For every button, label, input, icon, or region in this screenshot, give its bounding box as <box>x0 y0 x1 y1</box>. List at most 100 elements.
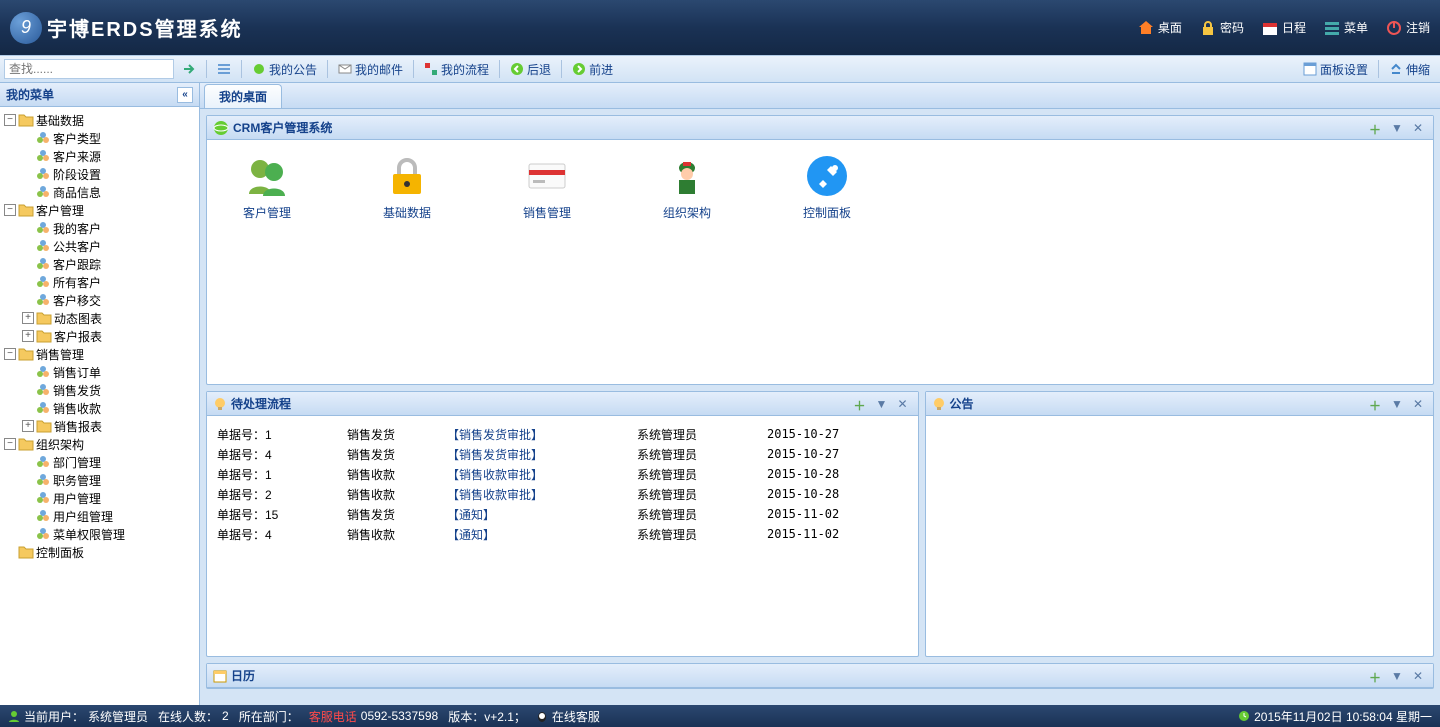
flow-type: 销售收款 <box>347 526 447 543</box>
tree-item[interactable]: +动态图表 <box>0 309 199 327</box>
refresh-button[interactable] <box>211 60 237 78</box>
panel-close-button[interactable]: ✕ <box>1413 669 1427 683</box>
tree-item[interactable]: 职务管理 <box>0 471 199 489</box>
panel-add-button[interactable]: ＋ <box>1369 669 1383 683</box>
tree-item[interactable]: 公共客户 <box>0 237 199 255</box>
my-notice-button[interactable]: 我的公告 <box>246 59 323 80</box>
nav-password[interactable]: 密码 <box>1200 19 1244 36</box>
panel-add-button[interactable]: ＋ <box>1369 397 1383 411</box>
my-flow-button[interactable]: 我的流程 <box>418 59 495 80</box>
sidebar-title: 我的菜单 « <box>0 83 199 107</box>
tree-item[interactable]: −客户管理 <box>0 201 199 219</box>
tab-desktop[interactable]: 我的桌面 <box>204 84 282 108</box>
leaf-icon <box>36 149 50 163</box>
tree-item[interactable]: −组织架构 <box>0 435 199 453</box>
tree-item[interactable]: 用户组管理 <box>0 507 199 525</box>
forward-button[interactable]: 前进 <box>566 59 619 80</box>
leaf-icon <box>36 455 50 469</box>
tree-item[interactable]: 客户类型 <box>0 129 199 147</box>
tree-toggle-icon[interactable]: + <box>22 312 34 324</box>
tree-item[interactable]: 控制面板 <box>0 543 199 561</box>
tree-toggle-icon[interactable]: − <box>4 348 16 360</box>
panel-collapse-button[interactable]: ▼ <box>876 397 890 411</box>
back-button[interactable]: 后退 <box>504 59 557 80</box>
stretch-button[interactable]: 伸缩 <box>1383 59 1436 80</box>
lock-icon <box>1200 20 1216 36</box>
flow-link[interactable]: 【通知】 <box>447 506 637 523</box>
tree-item[interactable]: 用户管理 <box>0 489 199 507</box>
tree-item[interactable]: 销售收款 <box>0 399 199 417</box>
leaf-icon <box>36 383 50 397</box>
panel-close-button[interactable]: ✕ <box>1413 397 1427 411</box>
flow-link[interactable]: 【销售收款审批】 <box>447 486 637 503</box>
search-go-button[interactable] <box>176 60 202 78</box>
sidebar-collapse-button[interactable]: « <box>177 87 193 103</box>
separator <box>499 60 500 78</box>
tree-item[interactable]: −基础数据 <box>0 111 199 129</box>
folder-icon <box>36 328 52 344</box>
panel-close-button[interactable]: ✕ <box>898 397 912 411</box>
tree-item[interactable]: 所有客户 <box>0 273 199 291</box>
flow-link[interactable]: 【通知】 <box>447 526 637 543</box>
tree-item[interactable]: 销售发货 <box>0 381 199 399</box>
top-toolbar: 我的公告 我的邮件 我的流程 后退 前进 面板设置 伸缩 <box>0 55 1440 83</box>
tree-toggle-icon[interactable]: + <box>22 420 34 432</box>
crm-item[interactable]: 组织架构 <box>647 154 727 221</box>
flow-type: 销售发货 <box>347 426 447 443</box>
tree-item[interactable]: 部门管理 <box>0 453 199 471</box>
panel-collapse-button[interactable]: ▼ <box>1391 121 1405 135</box>
tree-toggle-icon[interactable]: − <box>4 438 16 450</box>
tree-item[interactable]: 商品信息 <box>0 183 199 201</box>
panel-add-button[interactable]: ＋ <box>1369 121 1383 135</box>
crm-item[interactable]: 控制面板 <box>787 154 867 221</box>
flow-link[interactable]: 【销售发货审批】 <box>447 426 637 443</box>
folder-icon <box>18 112 34 128</box>
main-area: 我的菜单 « −基础数据客户类型客户来源阶段设置商品信息−客户管理我的客户公共客… <box>0 83 1440 705</box>
flow-date: 2015-10-28 <box>767 467 877 481</box>
crm-item[interactable]: 基础数据 <box>367 154 447 221</box>
tree-item[interactable]: 我的客户 <box>0 219 199 237</box>
folder-icon <box>18 544 34 560</box>
flow-icon <box>424 62 438 76</box>
flow-link[interactable]: 【销售收款审批】 <box>447 466 637 483</box>
tree-item[interactable]: +客户报表 <box>0 327 199 345</box>
status-online: 在线人数： 2 <box>158 708 229 725</box>
notice-body <box>926 416 1434 656</box>
tree-item[interactable]: 菜单权限管理 <box>0 525 199 543</box>
tree-toggle-icon[interactable]: − <box>4 204 16 216</box>
nav-desktop[interactable]: 桌面 <box>1138 19 1182 36</box>
panel-settings-button[interactable]: 面板设置 <box>1297 59 1374 80</box>
my-mail-button[interactable]: 我的邮件 <box>332 59 409 80</box>
panel-collapse-button[interactable]: ▼ <box>1391 397 1405 411</box>
online-cs-button[interactable]: 在线客服 <box>536 708 600 725</box>
crm-item-label: 客户管理 <box>243 204 291 221</box>
tree-item[interactable]: 客户来源 <box>0 147 199 165</box>
tree-toggle-icon[interactable]: − <box>4 114 16 126</box>
tree-item[interactable]: 客户移交 <box>0 291 199 309</box>
folder-icon <box>36 418 52 434</box>
tree-item-label: 所有客户 <box>53 274 101 291</box>
leaf-icon <box>36 401 50 415</box>
tree-item[interactable]: 客户跟踪 <box>0 255 199 273</box>
nav-logout[interactable]: 注销 <box>1386 19 1430 36</box>
panel-add-button[interactable]: ＋ <box>854 397 868 411</box>
bullhorn-icon <box>252 62 266 76</box>
bulb-icon <box>932 397 946 411</box>
panel-collapse-button[interactable]: ▼ <box>1391 669 1405 683</box>
tree-toggle-icon[interactable]: + <box>22 330 34 342</box>
nav-schedule[interactable]: 日程 <box>1262 19 1306 36</box>
tree-item[interactable]: 阶段设置 <box>0 165 199 183</box>
tree-item[interactable]: +销售报表 <box>0 417 199 435</box>
crm-item[interactable]: 销售管理 <box>507 154 587 221</box>
flow-link[interactable]: 【销售发货审批】 <box>447 446 637 463</box>
tree-item-label: 部门管理 <box>53 454 101 471</box>
crm-item[interactable]: 客户管理 <box>227 154 307 221</box>
nav-menu[interactable]: 菜单 <box>1324 19 1368 36</box>
separator <box>1378 60 1379 78</box>
tree-item[interactable]: 销售订单 <box>0 363 199 381</box>
panel-close-button[interactable]: ✕ <box>1413 121 1427 135</box>
search-input[interactable] <box>4 59 174 79</box>
leaf-icon <box>36 131 50 145</box>
tree-item[interactable]: −销售管理 <box>0 345 199 363</box>
flow-id: 单据号：1 <box>217 426 347 443</box>
